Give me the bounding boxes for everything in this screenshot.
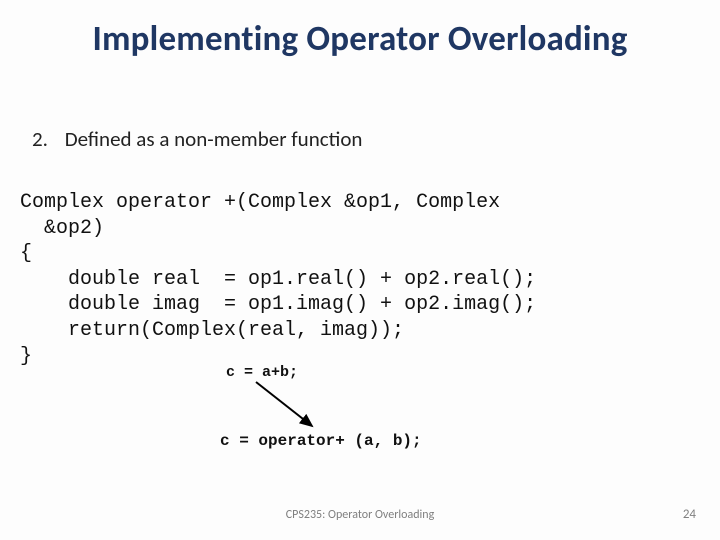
slide-title: Implementing Operator Overloading xyxy=(0,18,720,60)
code-line: return(Complex(real, imag)); xyxy=(20,319,404,342)
code-line: &op2) xyxy=(20,217,104,240)
bullet-text: Defined as a non-member function xyxy=(65,126,363,152)
code-block: Complex operator +(Complex &op1, Complex… xyxy=(20,190,536,369)
code-line: Complex operator +(Complex &op1, Complex xyxy=(20,191,500,214)
page-number: 24 xyxy=(683,507,696,522)
code-line: double imag = op1.imag() + op2.imag(); xyxy=(20,293,536,316)
arrow-icon xyxy=(250,378,330,432)
footer-text: CPS235: Operator Overloading xyxy=(0,508,720,522)
slide: Implementing Operator Overloading 2. Def… xyxy=(0,0,720,540)
code-line: { xyxy=(20,242,32,265)
expr-long: c = operator+ (a, b); xyxy=(220,432,422,450)
code-line: } xyxy=(20,345,32,368)
bullet-item: 2. Defined as a non-member function xyxy=(32,126,362,152)
code-line: double real = op1.real() + op2.real(); xyxy=(20,268,536,291)
expr-short: c = a+b; xyxy=(226,364,298,381)
bullet-number: 2. xyxy=(32,126,60,152)
